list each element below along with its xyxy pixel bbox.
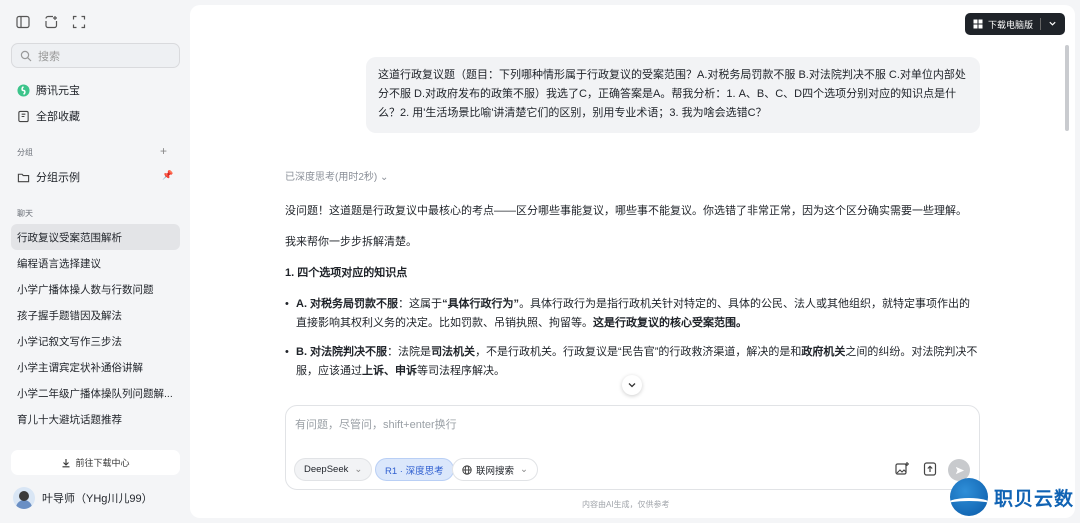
main-panel: 下载电脑版 这道行政复议题（题目：下列哪种情形属于行政复议的受案范围？A.对税务… — [190, 5, 1075, 518]
chat-item[interactable]: 育儿十大避坑话题推荐 — [11, 406, 180, 432]
yuanbao-logo-icon — [17, 83, 30, 97]
chevron-down-icon: ⌄ — [354, 464, 363, 475]
chat-input-placeholder[interactable]: 有问题，尽管问，shift+enter换行 — [295, 416, 457, 432]
nav-item-favorites[interactable]: 全部收藏 — [17, 108, 80, 124]
nav-label: 腾讯元宝 — [36, 85, 80, 97]
answer-paragraph: 我来帮你一步步拆解清楚。 — [285, 236, 417, 248]
model-label: DeepSeek — [304, 464, 349, 475]
windows-icon — [973, 19, 983, 29]
send-icon — [955, 466, 964, 474]
download-center-label: 前往下载中心 — [75, 458, 130, 468]
nav-label: 全部收藏 — [36, 111, 80, 123]
chat-input-box[interactable]: 有问题，尽管问，shift+enter换行 DeepSeek ⌄ R1 · 深度… — [285, 405, 980, 490]
chat-item[interactable]: 小学记叙文写作三步法 — [11, 328, 180, 354]
chat-item[interactable]: 编程语言选择建议 — [11, 250, 180, 276]
user-profile[interactable]: 叶导师（YHg川儿99） — [13, 487, 153, 509]
group-item[interactable]: 分组示例 — [17, 169, 80, 185]
web-search-label: 联网搜索 — [476, 465, 515, 477]
sidebar-toggle-icon[interactable] — [16, 15, 30, 29]
chevron-down-icon — [628, 383, 636, 388]
file-upload-icon[interactable] — [922, 461, 938, 477]
user-message: 这道行政复议题（题目：下列哪种情形属于行政复议的受案范围？A.对税务局罚款不服 … — [366, 57, 980, 133]
search-input[interactable]: 搜索 — [11, 43, 180, 68]
folder-icon — [17, 171, 30, 184]
list-item: A. 对税务局罚款不服：这属于“具体行政行为”。具体行政行为是指行政机关针对特定… — [285, 295, 980, 333]
sidebar: 搜索 腾讯元宝 全部收藏 分组 + 分组示例 📌 聊天 行政复议受案范围解析 编… — [0, 0, 190, 523]
thinking-label: 已深度思考(用时2秒) — [285, 172, 378, 183]
deep-think-toggle[interactable]: R1 · 深度思考 — [375, 458, 454, 481]
scrollbar[interactable] — [1065, 45, 1069, 131]
assistant-answer: 没问题！这道题是行政复议中最核心的考点——区分哪些事能复议，哪些事不能复议。你选… — [285, 202, 980, 391]
brand-text: 职贝云数 — [994, 488, 1075, 510]
globe-icon — [462, 464, 472, 475]
chat-item[interactable]: 小学二年级广播体操队列问题解... — [11, 380, 180, 406]
chat-item[interactable]: 小学主谓宾定状补通俗讲解 — [11, 354, 180, 380]
answer-heading: 1. 四个选项对应的知识点 — [285, 267, 408, 279]
answer-list: A. 对税务局罚款不服：这属于“具体行政行为”。具体行政行为是指行政机关针对特定… — [285, 295, 980, 381]
add-group-icon[interactable]: + — [160, 144, 167, 158]
new-chat-icon[interactable] — [44, 15, 58, 29]
group-label: 分组示例 — [36, 172, 80, 184]
chat-item-active[interactable]: 行政复议受案范围解析 — [11, 224, 180, 250]
avatar — [13, 487, 35, 509]
deep-think-label: R1 · 深度思考 — [385, 465, 444, 477]
web-search-toggle[interactable]: 联网搜索 ⌄ — [452, 458, 538, 481]
search-placeholder: 搜索 — [38, 50, 60, 63]
ai-disclaimer: 内容由AI生成，仅供参考 — [582, 500, 670, 509]
thinking-status[interactable]: 已深度思考(用时2秒) ⌄ — [285, 168, 388, 183]
chevron-down-icon: ⌄ — [520, 464, 528, 475]
image-upload-icon[interactable] — [894, 461, 910, 477]
chat-item[interactable]: 孩子握手题错因及解法 — [11, 302, 180, 328]
chats-heading: 聊天 — [17, 209, 33, 218]
search-icon — [20, 50, 32, 62]
model-select[interactable]: DeepSeek ⌄ — [294, 458, 373, 481]
download-pc-button[interactable]: 下载电脑版 — [964, 13, 1065, 35]
answer-paragraph: 没问题！这道题是行政复议中最核心的考点——区分哪些事能复议，哪些事不能复议。你选… — [285, 205, 967, 217]
brand-logo-icon — [950, 478, 988, 516]
download-icon — [61, 458, 71, 468]
sidebar-toolbar — [16, 15, 86, 29]
screenshot-icon[interactable] — [72, 15, 86, 29]
download-center-button[interactable]: 前往下载中心 — [11, 450, 180, 475]
user-name: 叶导师（YHg川儿99） — [42, 493, 153, 505]
chat-item[interactable]: 小学广播体操人数与行数问题 — [11, 276, 180, 302]
chevron-down-icon: ⌄ — [380, 172, 389, 183]
brand-watermark: 职贝云数 — [950, 478, 1074, 516]
chevron-down-icon[interactable] — [1048, 19, 1057, 30]
groups-heading: 分组 — [17, 148, 33, 157]
download-pc-label: 下载电脑版 — [987, 19, 1033, 30]
scroll-to-bottom-button[interactable] — [622, 375, 642, 395]
pin-icon[interactable]: 📌 — [162, 170, 173, 181]
nav-item-yuanbao[interactable]: 腾讯元宝 — [17, 82, 80, 98]
bookmark-icon — [17, 110, 30, 123]
